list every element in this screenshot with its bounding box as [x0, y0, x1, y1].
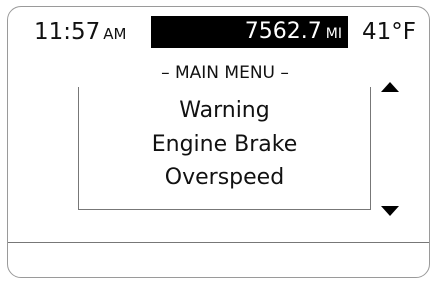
clock-time: 11:57 — [34, 19, 101, 45]
odometer-value: 7562.7 — [244, 19, 322, 44]
outside-temperature: 41°F — [362, 19, 416, 45]
odometer: 7562.7 MI — [245, 18, 342, 48]
clock-ampm: AM — [103, 25, 127, 43]
divider — [8, 242, 429, 243]
warning-line-2: Engine Brake — [151, 132, 298, 157]
warning-line-3: Overspeed — [164, 165, 285, 190]
triangle-down-icon[interactable] — [381, 206, 399, 216]
odometer-bar: 7562.7 MI — [151, 16, 348, 48]
warning-line-1: Warning — [179, 98, 270, 123]
odometer-unit: MI — [325, 26, 342, 42]
triangle-up-icon[interactable] — [381, 82, 399, 92]
menu-title: – MAIN MENU – — [161, 63, 289, 83]
warning-message-box: Warning Engine Brake Overspeed — [78, 87, 371, 210]
clock: 11:57 AM — [34, 18, 127, 48]
